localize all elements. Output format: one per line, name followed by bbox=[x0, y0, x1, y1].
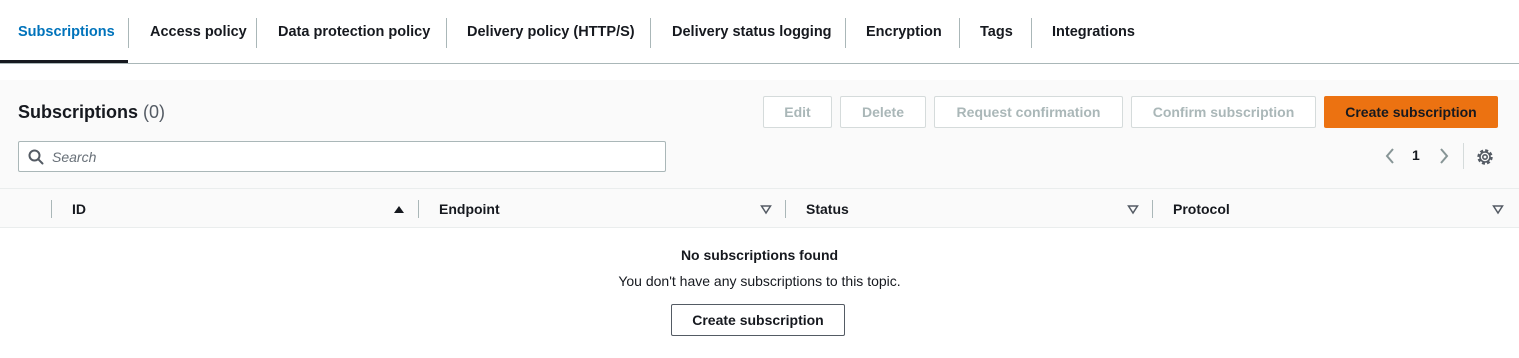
caret-down-outline-icon[interactable] bbox=[1127, 203, 1139, 215]
column-header-endpoint[interactable]: Endpoint bbox=[439, 189, 500, 229]
table-preferences-button[interactable] bbox=[1475, 147, 1495, 167]
table-body: No subscriptions found You don't have an… bbox=[0, 228, 1519, 356]
tab-divider bbox=[959, 18, 960, 48]
current-page-number[interactable]: 1 bbox=[1412, 147, 1420, 163]
column-divider bbox=[418, 200, 419, 218]
table-header: ID Endpoint Status Protocol bbox=[0, 188, 1519, 228]
tab-divider bbox=[446, 18, 447, 48]
panel-title: Subscriptions (0) bbox=[18, 102, 165, 123]
next-page-button[interactable] bbox=[1437, 146, 1451, 166]
caret-up-icon[interactable] bbox=[393, 203, 405, 215]
column-divider bbox=[1152, 200, 1153, 218]
subscription-count: (0) bbox=[143, 102, 166, 122]
tab-divider bbox=[128, 18, 129, 48]
tab-tags[interactable]: Tags bbox=[980, 0, 1013, 63]
search-box bbox=[18, 141, 666, 172]
search-input[interactable] bbox=[52, 148, 642, 165]
gear-icon bbox=[1477, 149, 1493, 165]
tab-encryption[interactable]: Encryption bbox=[866, 0, 942, 63]
tab-divider bbox=[845, 18, 846, 48]
column-divider bbox=[51, 200, 52, 218]
chevron-left-icon bbox=[1385, 148, 1394, 164]
chevron-right-icon bbox=[1440, 148, 1449, 164]
caret-down-outline-icon[interactable] bbox=[1492, 203, 1504, 215]
empty-state-description: You don't have any subscriptions to this… bbox=[618, 273, 901, 289]
tab-divider bbox=[1031, 18, 1032, 48]
confirm-subscription-button[interactable]: Confirm subscription bbox=[1131, 96, 1316, 128]
caret-down-outline-icon[interactable] bbox=[760, 203, 772, 215]
edit-button[interactable]: Edit bbox=[763, 96, 832, 128]
tab-divider bbox=[256, 18, 257, 48]
search-icon bbox=[28, 149, 44, 164]
pagination-divider bbox=[1463, 143, 1464, 169]
tab-delivery-policy[interactable]: Delivery policy (HTTP/S) bbox=[467, 0, 635, 63]
empty-state-create-subscription-button[interactable]: Create subscription bbox=[671, 304, 845, 336]
delete-button[interactable]: Delete bbox=[840, 96, 926, 128]
empty-state-title: No subscriptions found bbox=[680, 247, 839, 263]
tab-access-policy[interactable]: Access policy bbox=[150, 0, 247, 63]
tab-bar: Subscriptions Access policy Data protect… bbox=[0, 0, 1519, 64]
active-tab-indicator bbox=[0, 60, 128, 63]
tab-data-protection-policy[interactable]: Data protection policy bbox=[278, 0, 430, 63]
tab-subscriptions[interactable]: Subscriptions bbox=[18, 0, 115, 63]
create-subscription-button[interactable]: Create subscription bbox=[1324, 96, 1498, 128]
tab-delivery-status-logging[interactable]: Delivery status logging bbox=[672, 0, 832, 63]
column-header-id[interactable]: ID bbox=[72, 189, 86, 229]
subscriptions-panel: Subscriptions (0) Edit Delete Request co… bbox=[0, 80, 1519, 356]
panel-title-text: Subscriptions bbox=[18, 102, 139, 122]
tab-divider bbox=[650, 18, 651, 48]
request-confirmation-button[interactable]: Request confirmation bbox=[934, 96, 1123, 128]
previous-page-button[interactable] bbox=[1383, 146, 1397, 166]
column-header-status[interactable]: Status bbox=[806, 189, 849, 229]
column-divider bbox=[785, 200, 786, 218]
tab-integrations[interactable]: Integrations bbox=[1052, 0, 1135, 63]
column-header-protocol[interactable]: Protocol bbox=[1173, 189, 1230, 229]
